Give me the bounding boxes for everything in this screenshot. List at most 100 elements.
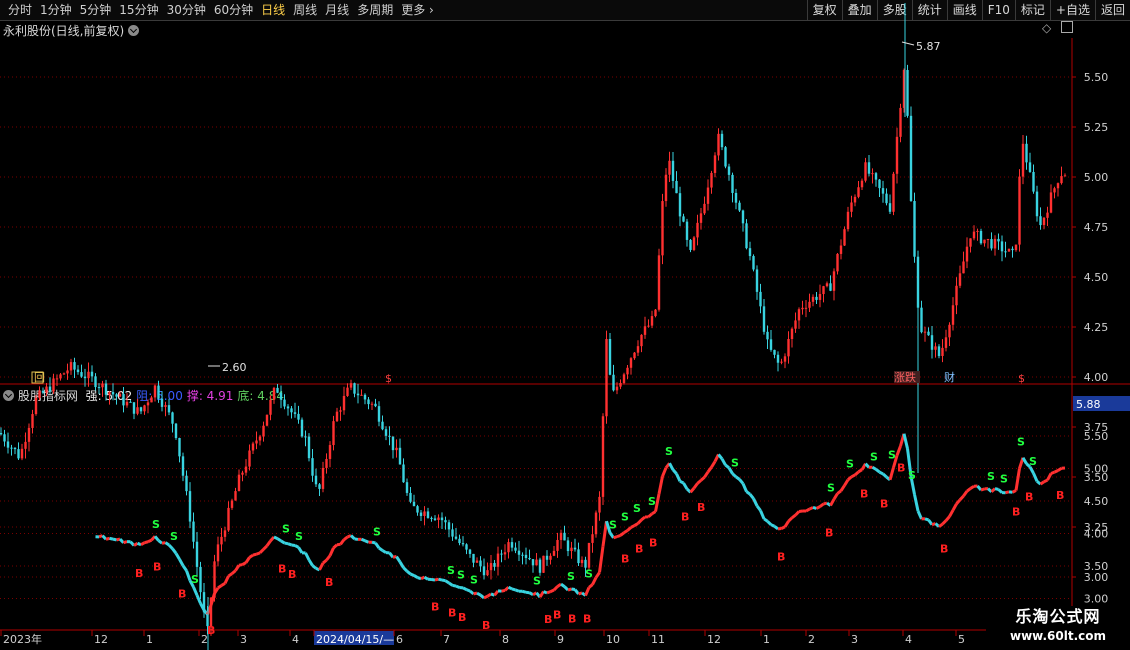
buy-signal: B xyxy=(568,613,576,626)
candle-body xyxy=(528,557,531,560)
candle-body xyxy=(948,324,951,338)
indicator-segment xyxy=(805,507,811,513)
candle-body xyxy=(853,196,857,203)
sell-signal: S xyxy=(1000,472,1008,485)
buy-signal: B xyxy=(207,624,215,637)
buy-signal: B xyxy=(940,543,948,556)
candle-body xyxy=(426,511,430,518)
indicator-segment xyxy=(871,465,877,471)
candle-body xyxy=(1053,188,1056,193)
indicator-y-tick-label: 5.50 xyxy=(1084,430,1109,443)
indicator-segment xyxy=(332,543,338,549)
high-price-pointer xyxy=(901,41,915,46)
candle-body xyxy=(419,512,423,516)
candle-body xyxy=(1042,217,1046,226)
candle-body xyxy=(31,414,34,428)
candle-body xyxy=(759,291,762,307)
candle-body xyxy=(342,395,346,411)
candle-body xyxy=(325,458,328,468)
candle-body xyxy=(867,162,871,174)
indicator-segment xyxy=(140,541,146,546)
candle-body xyxy=(801,307,804,310)
indicator-segment xyxy=(571,587,576,592)
indicator-segment xyxy=(181,564,188,572)
indicator-segment xyxy=(815,505,821,510)
candle-body xyxy=(384,429,388,436)
indicator-segment xyxy=(829,498,836,507)
indicator-segment xyxy=(402,566,409,573)
indicator-segment xyxy=(1057,466,1063,472)
candle-body xyxy=(962,261,965,274)
candle-body xyxy=(52,378,55,392)
indicator-segment xyxy=(951,503,958,511)
candle-body xyxy=(185,475,188,492)
time-axis-label: 5 xyxy=(958,633,965,646)
buy-signal: B xyxy=(288,568,296,581)
indicator-segment xyxy=(164,541,170,547)
indicator-segment xyxy=(770,523,776,528)
main-y-tick-label: 4.25 xyxy=(1084,321,1109,334)
indicator-segment xyxy=(511,587,516,592)
indicator-segment xyxy=(843,479,850,487)
indicator-segment xyxy=(381,549,387,554)
indicator-segment xyxy=(378,546,384,552)
candle-body xyxy=(1049,192,1053,213)
candle-body xyxy=(251,443,255,451)
sell-signal: S xyxy=(447,564,455,577)
indicator-segment xyxy=(413,574,419,579)
indicator-segment xyxy=(241,561,247,566)
candle-body xyxy=(241,472,244,475)
indicator-segment xyxy=(882,472,888,479)
candle-body xyxy=(272,387,276,400)
chart-canvas[interactable]: 5.505.255.004.754.504.254.003.753.503.25… xyxy=(0,0,1130,650)
candle-body xyxy=(94,376,97,388)
candle-body xyxy=(265,414,269,426)
candle-body xyxy=(829,283,832,291)
indicator-segment xyxy=(913,494,920,512)
candle-body xyxy=(290,408,293,413)
candle-body xyxy=(815,296,818,300)
candle-body xyxy=(682,216,685,222)
candle-body xyxy=(244,466,248,473)
candle-body xyxy=(188,491,192,522)
buy-signal: B xyxy=(482,619,490,632)
candle-body xyxy=(888,203,892,212)
candle-body xyxy=(62,373,66,375)
candle-body xyxy=(577,549,580,564)
candle-body xyxy=(391,436,395,451)
indicator-segment xyxy=(955,498,962,505)
indicator-segment xyxy=(339,538,346,546)
time-axis-label: 2 xyxy=(201,633,208,646)
sell-signal: S xyxy=(282,523,290,536)
candle-body xyxy=(178,438,181,457)
indicator-segment xyxy=(763,517,769,523)
candle-body xyxy=(832,271,836,291)
indicator-segment xyxy=(613,535,618,540)
candle-body xyxy=(283,399,286,407)
candle-body xyxy=(993,238,997,249)
indicator-segment xyxy=(836,489,842,495)
candle-body xyxy=(472,553,475,563)
sell-signal: S xyxy=(585,568,593,581)
candle-body xyxy=(1056,183,1060,189)
indicator-segment xyxy=(522,589,527,594)
main-y-tick-label: 4.50 xyxy=(1084,271,1109,284)
buy-signal: B xyxy=(458,611,466,624)
sell-signal: S xyxy=(987,470,995,483)
sell-signal: S xyxy=(533,575,541,588)
candle-body xyxy=(878,179,881,189)
indicator-segment xyxy=(1039,480,1045,486)
indicator-segment xyxy=(328,547,335,557)
candle-body xyxy=(990,239,993,249)
sell-signal: S xyxy=(170,530,178,543)
buy-signal: B xyxy=(325,576,333,589)
time-axis-label: 4 xyxy=(292,633,299,646)
candle-body xyxy=(934,346,937,350)
candle-body xyxy=(591,534,594,543)
time-axis-label: 2 xyxy=(808,633,815,646)
candle-body xyxy=(328,445,332,459)
candle-body xyxy=(741,210,745,224)
time-axis-label: 6 xyxy=(396,633,403,646)
candle-body xyxy=(174,423,178,439)
candle-body xyxy=(976,230,979,232)
